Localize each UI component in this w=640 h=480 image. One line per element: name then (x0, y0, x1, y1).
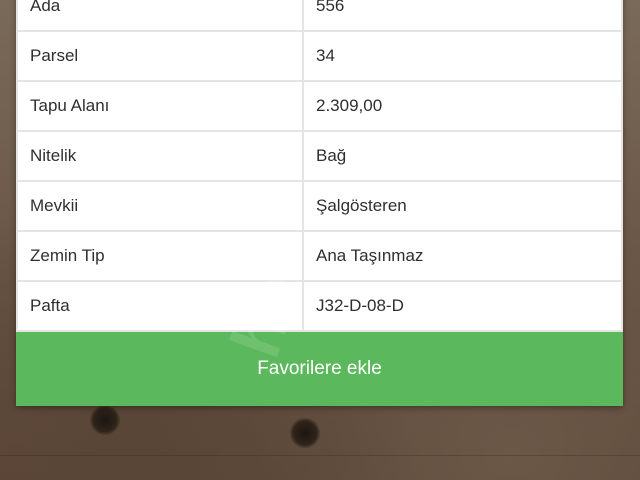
table-row: Zemin Tip Ana Taşınmaz (16, 230, 623, 282)
row-value: 34 (302, 30, 623, 82)
row-value: J32-D-08-D (302, 280, 623, 332)
add-to-favorites-button[interactable]: Favorilere ekle (16, 332, 623, 406)
row-label: Parsel (16, 30, 304, 82)
wood-knot (290, 418, 320, 448)
row-label: Ada (16, 0, 304, 32)
table-row: Mevkii Şalgösteren (16, 180, 623, 232)
table-row: Parsel 34 (16, 30, 623, 82)
row-value: 556 (302, 0, 623, 32)
table-row: Pafta J32-D-08-D (16, 280, 623, 332)
row-value: 2.309,00 (302, 80, 623, 132)
row-value: Şalgösteren (302, 180, 623, 232)
row-label: Zemin Tip (16, 230, 304, 282)
table-row: Tapu Alanı 2.309,00 (16, 80, 623, 132)
row-label: Mevkii (16, 180, 304, 232)
wood-plank-line (0, 455, 640, 456)
property-info-table: Ada 556 Parsel 34 Tapu Alanı 2.309,00 Ni… (16, 0, 623, 332)
row-label: Tapu Alanı (16, 80, 304, 132)
row-value: Bağ (302, 130, 623, 182)
property-details-card: Ada 556 Parsel 34 Tapu Alanı 2.309,00 Ni… (16, 0, 623, 406)
table-row: Ada 556 (16, 0, 623, 32)
row-value: Ana Taşınmaz (302, 230, 623, 282)
row-label: Nitelik (16, 130, 304, 182)
wood-knot (90, 405, 120, 435)
table-row: Nitelik Bağ (16, 130, 623, 182)
row-label: Pafta (16, 280, 304, 332)
